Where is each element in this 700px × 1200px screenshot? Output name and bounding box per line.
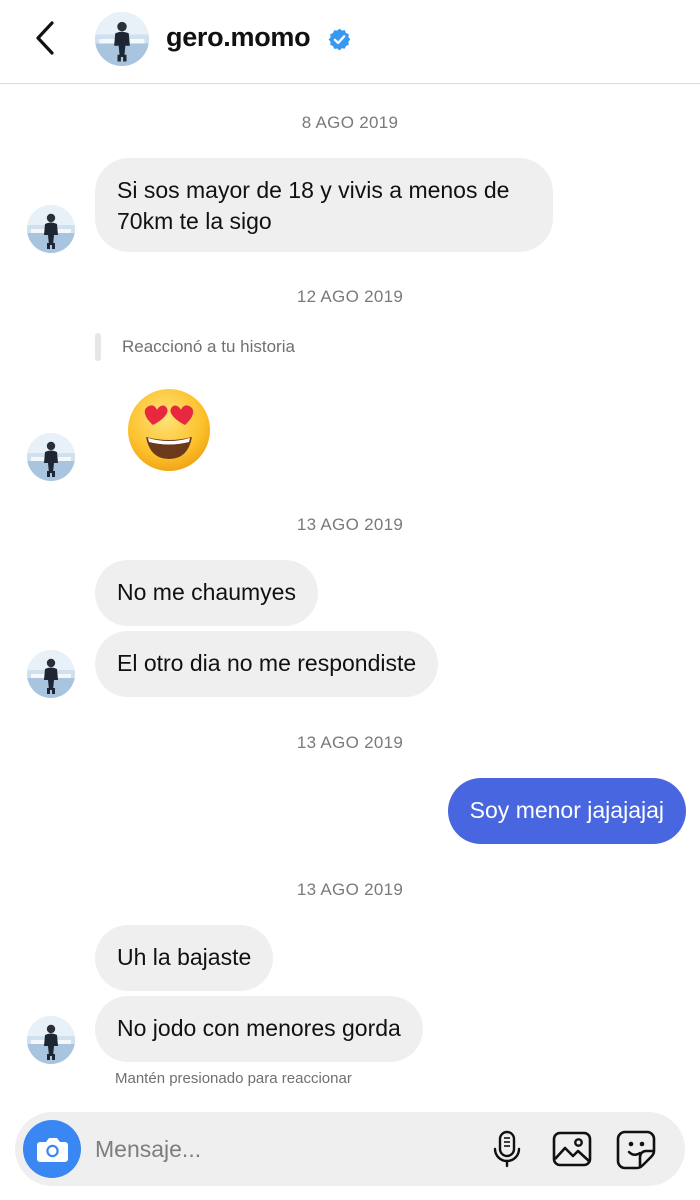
message-timestamp: 12 AGO 2019	[296, 287, 404, 306]
header-avatar[interactable]	[95, 12, 149, 66]
sender-avatar[interactable]	[27, 433, 75, 481]
camera-icon	[37, 1138, 68, 1162]
message-bubble-incoming[interactable]: Si sos mayor de 18 y vivis a menos de 70…	[95, 158, 553, 252]
message-composer	[15, 1112, 685, 1186]
message-timestamp: 13 AGO 2019	[296, 515, 404, 534]
camera-button[interactable]	[23, 1120, 81, 1178]
message-bubble-incoming[interactable]: No me chaumyes	[95, 560, 318, 626]
gallery-icon[interactable]	[550, 1127, 594, 1171]
message-bubble-outgoing[interactable]: Soy menor jajajajaj	[447, 778, 686, 844]
message-text-line: Si sos mayor de 18 y vivis a menos de	[117, 177, 510, 203]
chevron-left-icon	[36, 21, 54, 55]
back-button[interactable]	[30, 18, 64, 58]
message-timestamp: 8 AGO 2019	[301, 113, 399, 132]
username[interactable]: gero.momo	[166, 22, 311, 53]
message-bubble-incoming[interactable]: No jodo con menores gorda	[95, 996, 423, 1062]
heart-eyes-emoji-icon[interactable]	[126, 387, 212, 473]
story-reply-bar	[95, 333, 101, 361]
reaction-hint: Mantén presionado para reaccionar	[115, 1070, 352, 1087]
chat-header: gero.momo	[0, 0, 700, 84]
message-timestamp: 13 AGO 2019	[296, 880, 404, 899]
sender-avatar[interactable]	[27, 650, 75, 698]
story-reply-label: Reaccionó a tu historia	[122, 337, 295, 356]
message-bubble-incoming[interactable]: Uh la bajaste	[95, 925, 274, 991]
message-input[interactable]	[95, 1130, 475, 1168]
message-bubble-incoming[interactable]: El otro dia no me respondiste	[95, 631, 439, 697]
sender-avatar[interactable]	[27, 205, 75, 253]
sender-avatar[interactable]	[27, 1016, 75, 1064]
sticker-icon[interactable]	[615, 1127, 659, 1171]
microphone-icon[interactable]	[485, 1127, 529, 1171]
message-text-line: 70km te la sigo	[117, 208, 272, 234]
verified-badge-icon	[328, 28, 351, 51]
message-timestamp: 13 AGO 2019	[296, 733, 404, 752]
